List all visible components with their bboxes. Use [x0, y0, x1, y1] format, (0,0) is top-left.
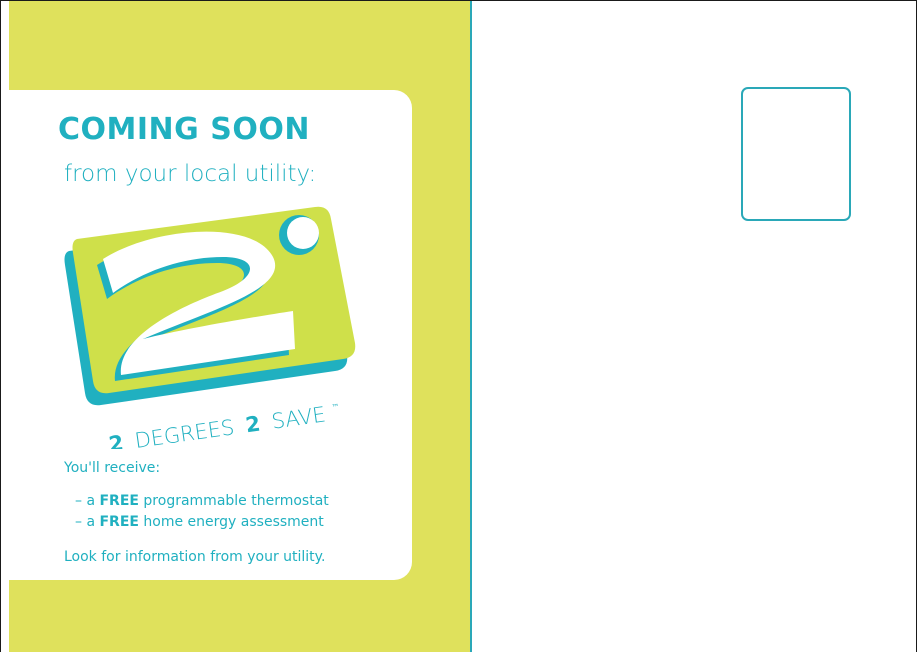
wordmark-number-two: 2 — [244, 412, 262, 438]
benefit-free-label: FREE — [99, 493, 139, 509]
headline: COMING SOON — [58, 112, 310, 147]
benefit-prefix: – a — [75, 514, 100, 530]
two-degrees-logo: 2 DEGREES 2 SAVE ™ — [64, 206, 356, 449]
receive-heading: You'll receive: — [64, 460, 161, 476]
benefit-text: programmable thermostat — [138, 493, 329, 509]
svg-text:2 DEGREES 2: 2 DEGREES 2 SAVE ™ — [107, 400, 342, 449]
benefit-text: home energy assessment — [138, 514, 324, 530]
benefit-prefix: – a — [75, 493, 100, 509]
footer-note: Look for information from your utility. — [64, 549, 326, 565]
wordmark-save: SAVE — [270, 402, 327, 433]
wordmark-number-one: 2 — [107, 431, 125, 449]
stamp-placeholder-box — [741, 87, 851, 221]
benefit-item-assessment: – a FREE home energy assessment — [75, 514, 324, 530]
wordmark-degrees: DEGREES — [133, 415, 236, 449]
postcard: COMING SOON from your local utility: 2 D… — [0, 0, 917, 652]
benefit-free-label: FREE — [99, 514, 139, 530]
benefit-item-thermostat: – a FREE programmable thermostat — [75, 493, 329, 509]
logo-degree-circle — [287, 217, 319, 249]
center-divider-line — [470, 1, 472, 652]
subheadline: from your local utility: — [64, 161, 317, 187]
wordmark-trademark: ™ — [331, 402, 340, 412]
